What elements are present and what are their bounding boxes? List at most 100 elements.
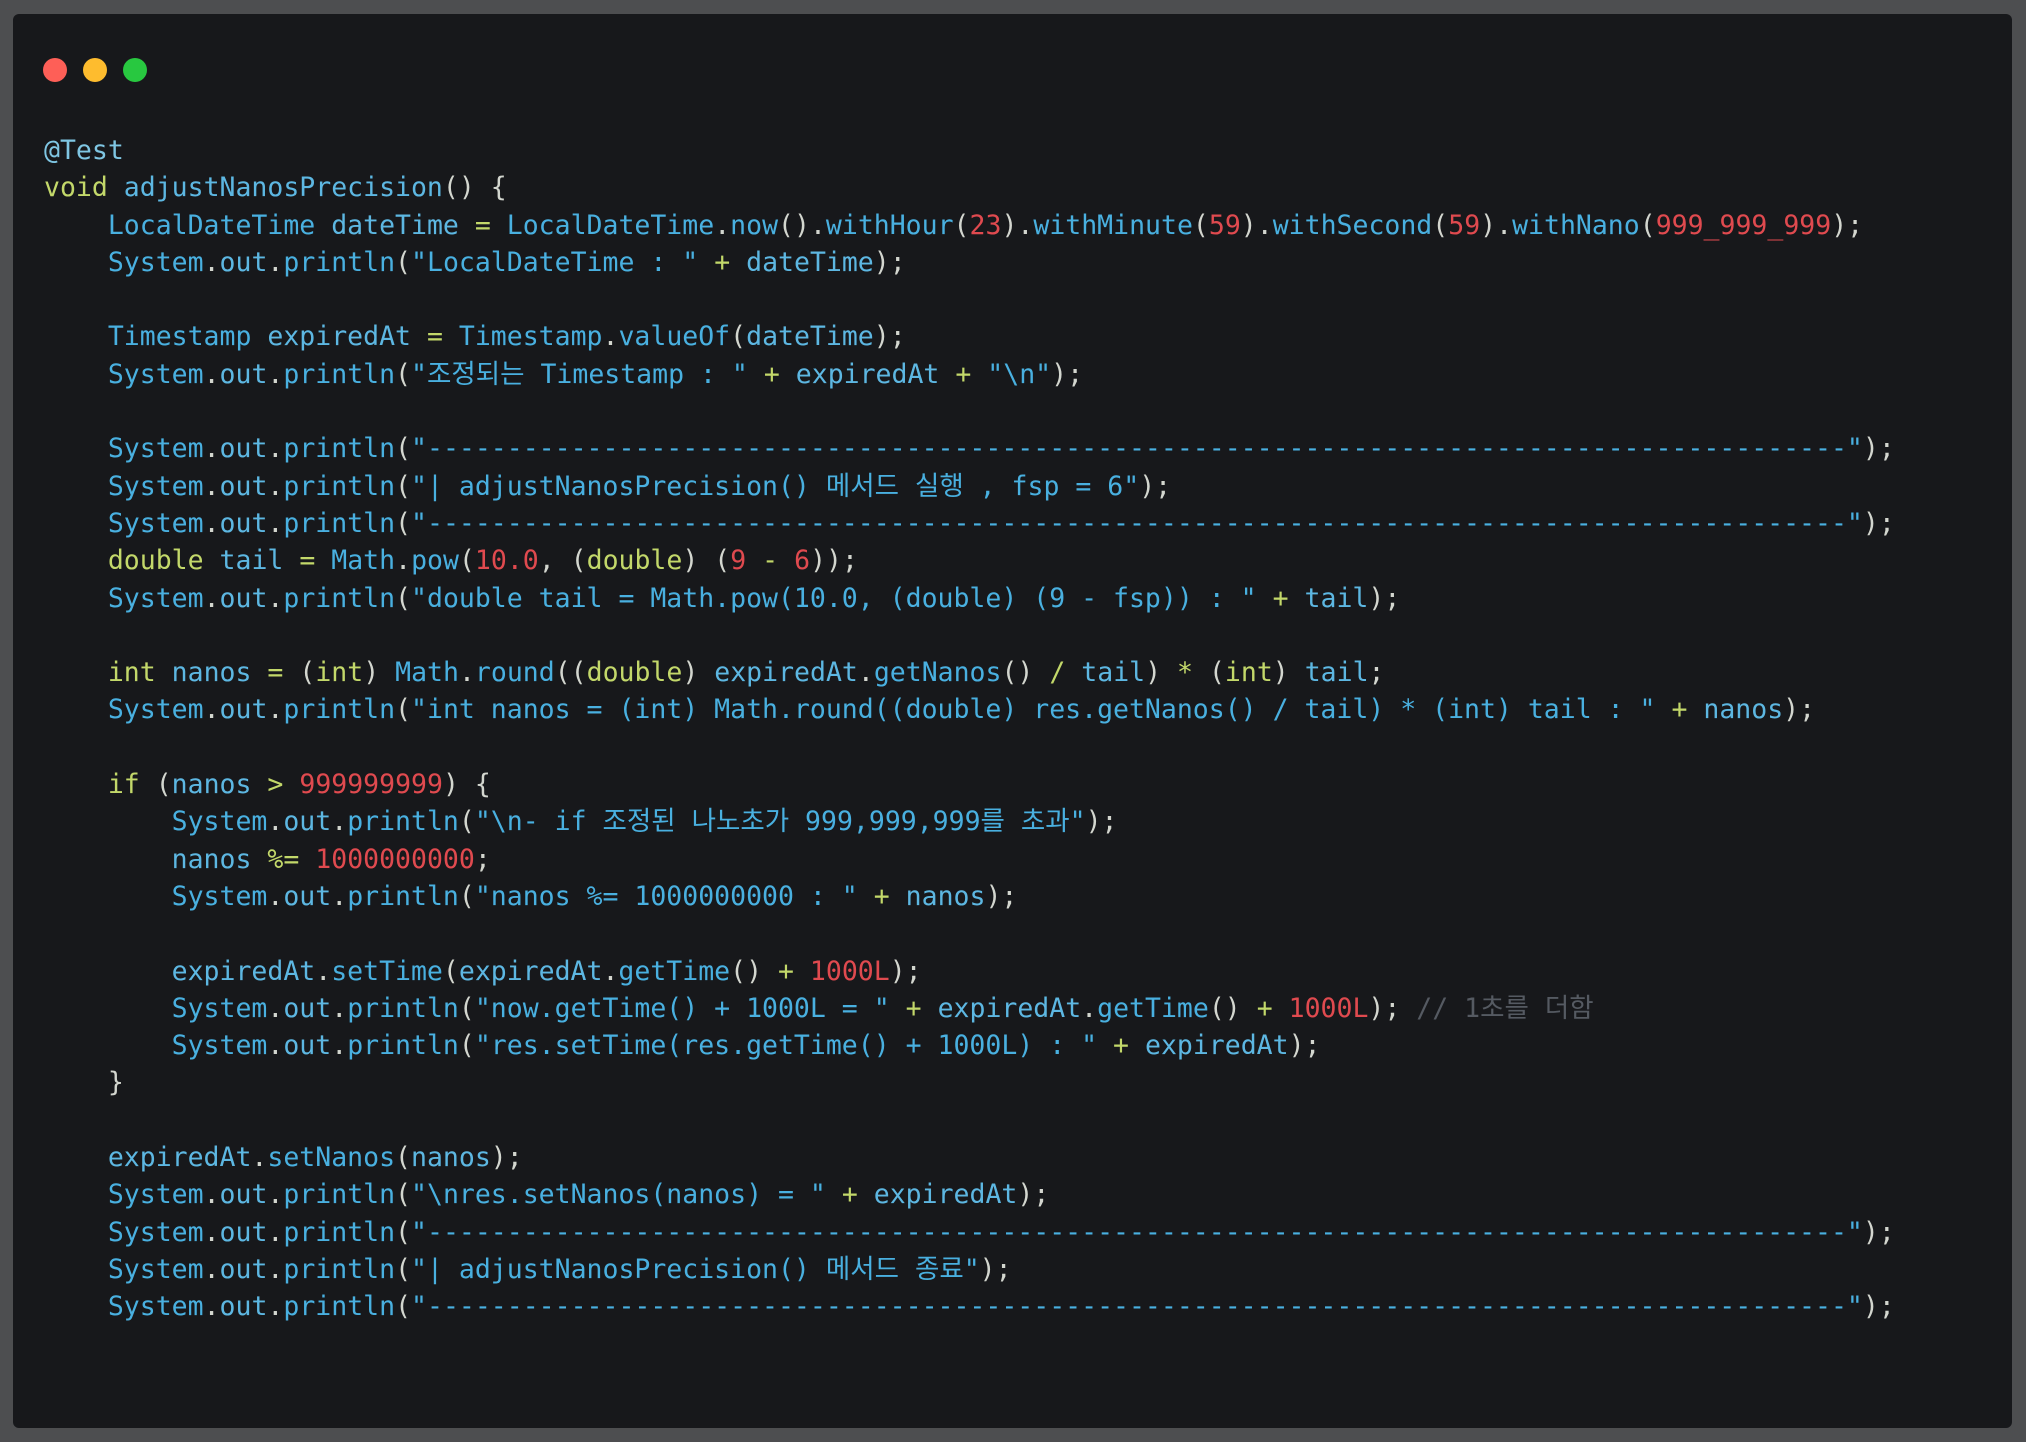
zoom-button[interactable] (123, 58, 147, 82)
code-token: ( (458, 1030, 475, 1062)
code-token: . (267, 246, 284, 278)
code-token: "double tail = Math.pow(10.0, (double) (… (411, 582, 1257, 614)
code-token: . (267, 470, 284, 502)
code-line: System.out.println("\nres.setNanos(nanos… (44, 1176, 1895, 1213)
code-token: System (107, 358, 204, 390)
code-token: out (219, 1179, 268, 1211)
code-token: out (283, 1030, 332, 1062)
code-token: "---------------------------------------… (411, 507, 1863, 539)
code-token: ( (395, 1142, 411, 1174)
code-token: ( (953, 209, 970, 241)
code-token: expiredAt (171, 955, 316, 987)
code-token: ( (395, 433, 412, 465)
code-token: println (283, 507, 396, 539)
code-token: + (1256, 992, 1273, 1024)
code-token: nanos (171, 769, 252, 801)
code-token: now (730, 209, 779, 241)
code-line: System.out.println("int nanos = (int) Ma… (44, 691, 1895, 728)
code-token: adjustNanosPrecision (123, 172, 443, 204)
code-token: 1000L (1288, 992, 1369, 1024)
code-token: valueOf (618, 321, 731, 353)
code-token: %= (267, 843, 300, 875)
code-token: System (171, 880, 268, 912)
code-token: withHour (825, 209, 954, 241)
code-token: ( (1639, 209, 1656, 241)
code-token: println (283, 582, 396, 614)
code-token: expiredAt (1144, 1030, 1289, 1062)
code-token: System (107, 433, 204, 465)
code-token: ); (1368, 582, 1401, 614)
code-token: ( (395, 1253, 412, 1285)
code-token: ). (1001, 209, 1034, 241)
minimize-button[interactable] (83, 58, 107, 82)
close-button[interactable] (43, 58, 67, 82)
code-token: out (219, 470, 268, 502)
code-token: "\n- if 조정된 나노초가 999,999,999를 초과" (474, 806, 1086, 838)
code-token: ); (490, 1142, 523, 1174)
code-token: . (267, 582, 284, 614)
code-token: expiredAt (937, 992, 1082, 1024)
code-token: System (107, 470, 204, 502)
code-token: 999999999 (299, 769, 443, 801)
code-token: ( (458, 880, 475, 912)
code-token: println (283, 1216, 396, 1248)
code-token: + (873, 880, 890, 912)
code-line: double tail = Math.pow(10.0, (double) (9… (44, 542, 1895, 579)
code-token: System (107, 694, 204, 726)
code-token: "\nres.setNanos(nanos) = " (411, 1179, 826, 1211)
code-token: 23 (969, 209, 1002, 241)
code-token: 999_999_999 (1655, 209, 1832, 241)
code-token: out (219, 507, 268, 539)
code-token: . (602, 955, 619, 987)
code-token: ); (1831, 209, 1864, 241)
code-token: System (107, 1291, 204, 1323)
code-token: )); (810, 545, 858, 577)
code-token: . (267, 507, 284, 539)
code-token: ( (395, 582, 412, 614)
code-token: ); (1017, 1179, 1050, 1211)
code-token: System (171, 1030, 268, 1062)
code-line: nanos %= 1000000000; (44, 841, 1895, 878)
code-token: nanos (1703, 694, 1784, 726)
code-token: ); (1862, 1216, 1895, 1248)
code-token: ( (1192, 209, 1209, 241)
code-token: out (219, 433, 268, 465)
code-token: int (1224, 657, 1273, 689)
code-token: System (171, 992, 268, 1024)
code-token: ); (1085, 806, 1118, 838)
code-token: getTime (1097, 992, 1209, 1024)
code-token: () (1001, 657, 1050, 689)
code-token: ( (139, 769, 172, 801)
code-token: . (857, 657, 874, 689)
code-token: = (474, 209, 491, 241)
code-token: expiredAt (714, 657, 858, 689)
code-token: . (251, 1142, 268, 1174)
code-token: tail (1081, 657, 1146, 689)
code-token: ) ( (682, 545, 731, 577)
code-line: System.out.println("nanos %= 1000000000 … (44, 878, 1895, 915)
code-token: ( (395, 246, 412, 278)
